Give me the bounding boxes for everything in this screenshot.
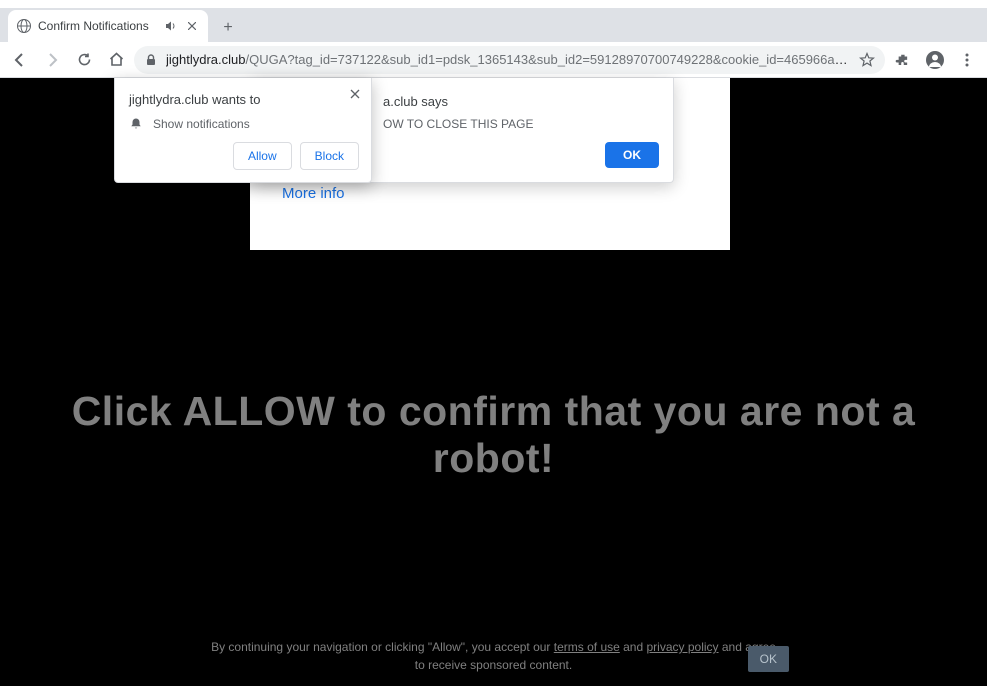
url-path: /QUGA?tag_id=737122&sub_id1=pdsk_1365143… [246,52,852,67]
url-domain: jightlydra.club [166,52,246,67]
terms-link[interactable]: terms of use [554,640,620,654]
titlebar [0,0,987,8]
prompt-close-button[interactable] [347,86,363,102]
more-info-link[interactable]: More info [282,185,345,202]
back-button[interactable] [6,46,34,74]
alert-ok-button[interactable]: OK [605,142,659,168]
toolbar: jightlydra.club/QUGA?tag_id=737122&sub_i… [0,42,987,78]
tab-title: Confirm Notifications [38,19,158,33]
audio-icon[interactable] [164,19,178,33]
forward-button[interactable] [38,46,66,74]
consent-line2: to receive sponsored content. [415,658,572,672]
page-headline: Click ALLOW to confirm that you are not … [0,388,987,482]
home-button[interactable] [102,46,130,74]
prompt-origin-label: jightlydra.club wants to [129,92,357,107]
consent-and: and [620,640,647,654]
browser-tab[interactable]: Confirm Notifications [8,10,208,42]
tab-strip: Confirm Notifications + [0,8,987,42]
privacy-link[interactable]: privacy policy [647,640,719,654]
consent-pre: By continuing your navigation or clickin… [211,640,554,654]
address-bar[interactable]: jightlydra.club/QUGA?tag_id=737122&sub_i… [134,46,885,74]
bell-icon [129,117,143,131]
prompt-permission-row: Show notifications [129,117,357,131]
more-info-link-wrap: More info [282,185,382,203]
notification-permission-prompt: jightlydra.club wants to Show notificati… [114,78,372,183]
page-content: ue More info a.club says OW TO CLOSE THI… [0,78,987,686]
consent-text: By continuing your navigation or clickin… [0,638,987,674]
consent-ok-button[interactable]: OK [748,646,789,672]
block-button[interactable]: Block [300,142,359,170]
profile-icon[interactable] [921,46,949,74]
prompt-permission-label: Show notifications [153,117,250,131]
bookmark-star-icon[interactable] [859,52,875,68]
globe-icon [16,18,32,34]
new-tab-button[interactable]: + [214,14,242,42]
url-text: jightlydra.club/QUGA?tag_id=737122&sub_i… [166,52,851,67]
lock-icon[interactable] [144,53,158,67]
reload-button[interactable] [70,46,98,74]
menu-icon[interactable] [953,46,981,74]
extensions-icon[interactable] [889,46,917,74]
tab-close-button[interactable] [184,18,200,34]
allow-button[interactable]: Allow [233,142,292,170]
